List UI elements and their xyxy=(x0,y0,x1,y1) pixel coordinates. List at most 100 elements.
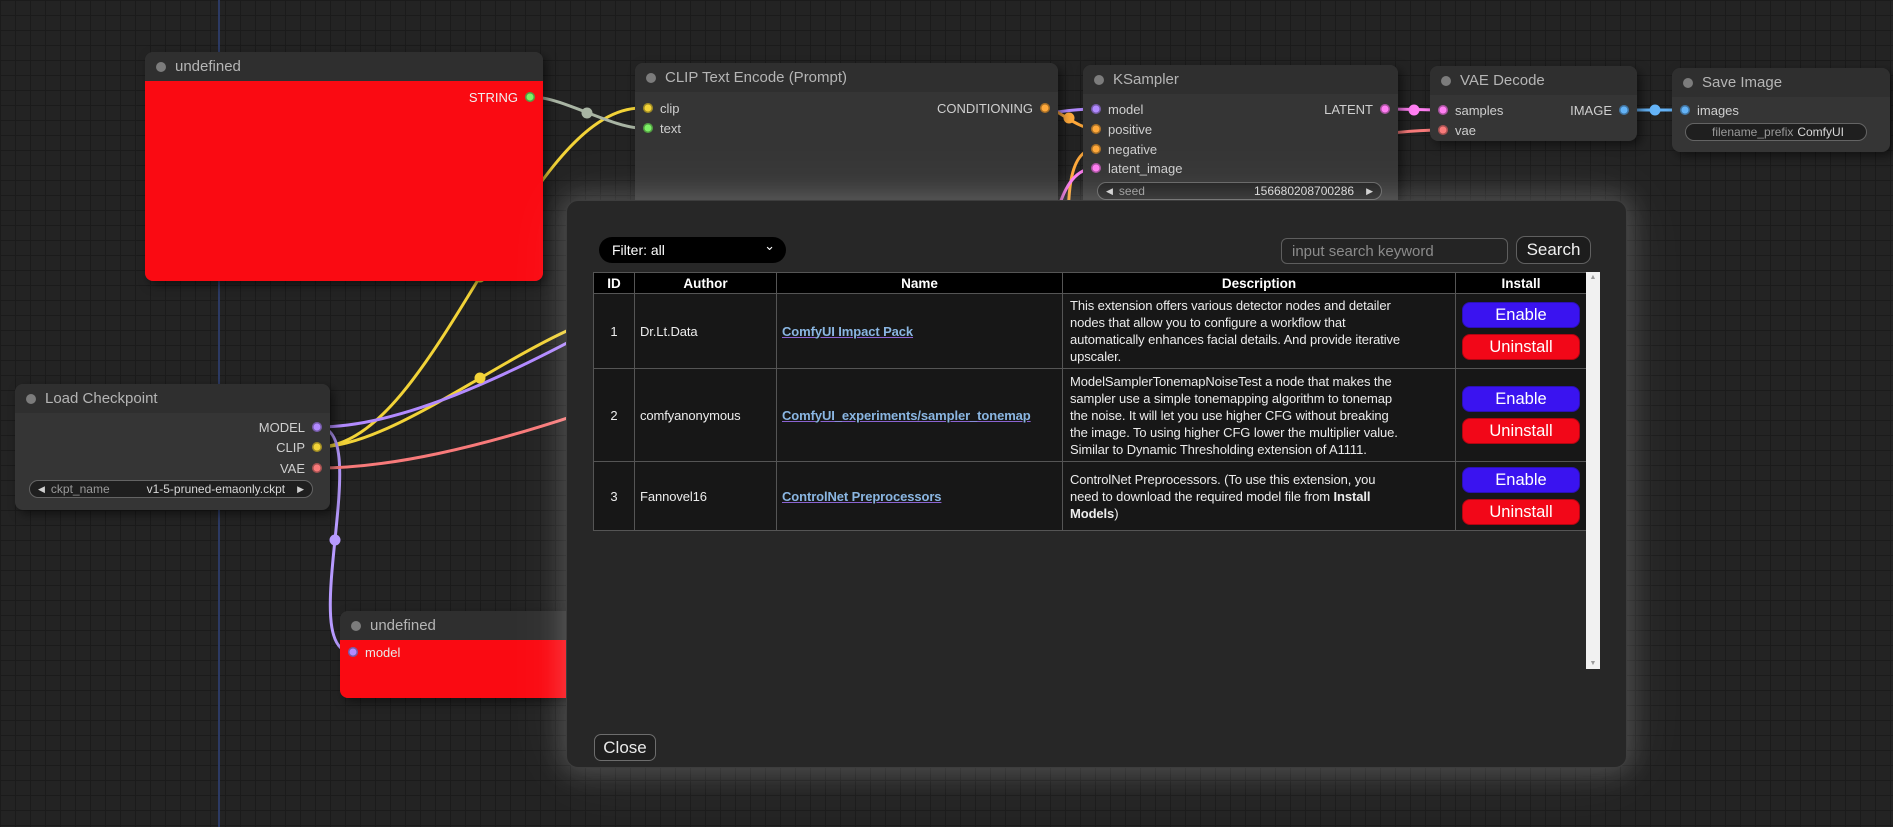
scroll-up-arrow-icon[interactable]: ▲ xyxy=(1590,274,1597,281)
cell-author: Fannovel16 xyxy=(635,462,777,531)
extension-table: ID Author Name Description Install 1 Dr.… xyxy=(593,272,1587,531)
widget-name: filename_prefix xyxy=(1712,125,1793,139)
node-undefined-bottom[interactable]: undefined model xyxy=(340,611,580,698)
input-slot-dot[interactable] xyxy=(1438,125,1448,135)
node-titlebar[interactable]: Save Image xyxy=(1672,68,1890,97)
cell-name: ComfyUI_experiments/sampler_tonemap xyxy=(777,369,1063,462)
input-slot-vae[interactable]: vae xyxy=(1438,121,1476,139)
search-input[interactable] xyxy=(1281,238,1508,264)
widget-increment-arrow-icon[interactable]: ▶ xyxy=(297,485,304,494)
extension-link[interactable]: ComfyUI Impact Pack xyxy=(782,324,913,339)
output-slot-dot[interactable] xyxy=(1380,104,1390,114)
node-collapse-dot[interactable] xyxy=(1683,78,1693,88)
node-titlebar[interactable]: undefined xyxy=(145,52,543,81)
extension-link[interactable]: ComfyUI_experiments/sampler_tonemap xyxy=(782,408,1031,423)
wire-dot xyxy=(1650,105,1661,116)
input-slot-dot[interactable] xyxy=(1680,105,1690,115)
wire-dot xyxy=(1064,113,1075,124)
input-slot-samples[interactable]: samples xyxy=(1438,101,1503,119)
node-ksampler[interactable]: KSampler model positive negative latent_… xyxy=(1083,65,1398,210)
cell-description: ControlNet Preprocessors. (To use this e… xyxy=(1063,462,1456,531)
node-vae-decode[interactable]: VAE Decode samples vae IMAGE xyxy=(1430,66,1637,141)
node-load-checkpoint[interactable]: Load Checkpoint MODEL CLIP VAE ◀ ckpt_na… xyxy=(15,384,330,510)
table-header-row: ID Author Name Description Install xyxy=(594,273,1587,294)
wire-dot xyxy=(1409,105,1420,116)
node-collapse-dot[interactable] xyxy=(351,621,361,631)
input-slot-positive[interactable]: positive xyxy=(1091,120,1152,138)
cell-id: 2 xyxy=(594,369,635,462)
output-slot-dot[interactable] xyxy=(312,442,322,452)
close-button[interactable]: Close xyxy=(594,734,656,761)
scroll-down-arrow-icon[interactable]: ▼ xyxy=(1590,660,1597,667)
node-titlebar[interactable]: KSampler xyxy=(1083,65,1398,94)
node-undefined-top[interactable]: undefined STRING xyxy=(145,52,543,281)
input-slot-dot[interactable] xyxy=(1091,124,1101,134)
output-slot-clip[interactable]: CLIP xyxy=(276,438,322,456)
input-slot-dot[interactable] xyxy=(1091,144,1101,154)
node-graph-canvas[interactable]: undefined STRING CLIP Text Encode (Promp… xyxy=(0,0,1893,827)
output-slot-string[interactable]: STRING xyxy=(469,88,535,106)
output-slot-dot[interactable] xyxy=(525,92,535,102)
node-body xyxy=(145,81,543,281)
input-slot-clip[interactable]: clip xyxy=(643,99,680,117)
input-slot-dot[interactable] xyxy=(348,647,358,657)
ckpt-name-widget[interactable]: ◀ ckpt_name v1-5-pruned-emaonly.ckpt ▶ xyxy=(29,480,313,498)
extension-link[interactable]: ControlNet Preprocessors xyxy=(782,489,941,504)
seed-widget[interactable]: ◀ seed 156680208700286 ▶ xyxy=(1097,182,1382,200)
input-slot-dot[interactable] xyxy=(643,123,653,133)
cell-description: This extension offers various detector n… xyxy=(1063,294,1456,369)
enable-button[interactable]: Enable xyxy=(1462,302,1580,328)
input-slot-images[interactable]: images xyxy=(1680,101,1739,119)
widget-value: v1-5-pruned-emaonly.ckpt xyxy=(147,482,286,496)
output-slot-image[interactable]: IMAGE xyxy=(1570,101,1629,119)
output-slot-model[interactable]: MODEL xyxy=(259,418,322,436)
node-titlebar[interactable]: Load Checkpoint xyxy=(15,384,330,413)
input-slot-dot[interactable] xyxy=(643,103,653,113)
input-slot-dot[interactable] xyxy=(1438,105,1448,115)
wire-dot xyxy=(582,108,593,119)
filter-select[interactable]: Filter: all xyxy=(599,237,786,263)
node-title: KSampler xyxy=(1113,71,1179,88)
node-collapse-dot[interactable] xyxy=(646,73,656,83)
node-clip-text-encode[interactable]: CLIP Text Encode (Prompt) clip text COND… xyxy=(635,63,1058,213)
widget-increment-arrow-icon[interactable]: ▶ xyxy=(1366,187,1373,196)
manager-dialog: Filter: all ⌄ Search ID Author Name Desc… xyxy=(566,200,1627,768)
search-button[interactable]: Search xyxy=(1516,236,1591,264)
col-header-install: Install xyxy=(1456,273,1587,294)
input-slot-dot[interactable] xyxy=(1091,104,1101,114)
enable-button[interactable]: Enable xyxy=(1462,467,1580,493)
node-collapse-dot[interactable] xyxy=(1094,75,1104,85)
uninstall-button[interactable]: Uninstall xyxy=(1462,334,1580,360)
output-slot-dot[interactable] xyxy=(312,422,322,432)
output-slot-dot[interactable] xyxy=(312,463,322,473)
node-title: Load Checkpoint xyxy=(45,390,158,407)
node-titlebar[interactable]: VAE Decode xyxy=(1430,66,1637,95)
output-slot-dot[interactable] xyxy=(1040,103,1050,113)
cell-id: 3 xyxy=(594,462,635,531)
input-slot-text[interactable]: text xyxy=(643,119,681,137)
uninstall-button[interactable]: Uninstall xyxy=(1462,418,1580,444)
output-slot-latent[interactable]: LATENT xyxy=(1324,100,1390,118)
output-slot-dot[interactable] xyxy=(1619,105,1629,115)
widget-decrement-arrow-icon[interactable]: ◀ xyxy=(1106,187,1113,196)
node-collapse-dot[interactable] xyxy=(156,62,166,72)
node-collapse-dot[interactable] xyxy=(26,394,36,404)
col-header-id: ID xyxy=(594,273,635,294)
node-titlebar[interactable]: CLIP Text Encode (Prompt) xyxy=(635,63,1058,92)
node-titlebar[interactable]: undefined xyxy=(340,611,580,640)
uninstall-button[interactable]: Uninstall xyxy=(1462,499,1580,525)
input-slot-dot[interactable] xyxy=(1091,163,1101,173)
output-slot-vae[interactable]: VAE xyxy=(280,459,322,477)
enable-button[interactable]: Enable xyxy=(1462,386,1580,412)
widget-decrement-arrow-icon[interactable]: ◀ xyxy=(38,485,45,494)
scrollbar[interactable]: ▲ ▼ xyxy=(1586,272,1600,669)
input-slot-latent-image[interactable]: latent_image xyxy=(1091,159,1182,177)
node-collapse-dot[interactable] xyxy=(1441,76,1451,86)
node-save-image[interactable]: Save Image images filename_prefix ComfyU… xyxy=(1672,68,1890,152)
input-slot-model[interactable]: model xyxy=(348,643,400,661)
node-title: undefined xyxy=(370,617,436,634)
input-slot-model[interactable]: model xyxy=(1091,100,1143,118)
output-slot-conditioning[interactable]: CONDITIONING xyxy=(937,99,1050,117)
input-slot-negative[interactable]: negative xyxy=(1091,140,1157,158)
filename-prefix-widget[interactable]: filename_prefix ComfyUI xyxy=(1685,123,1867,141)
